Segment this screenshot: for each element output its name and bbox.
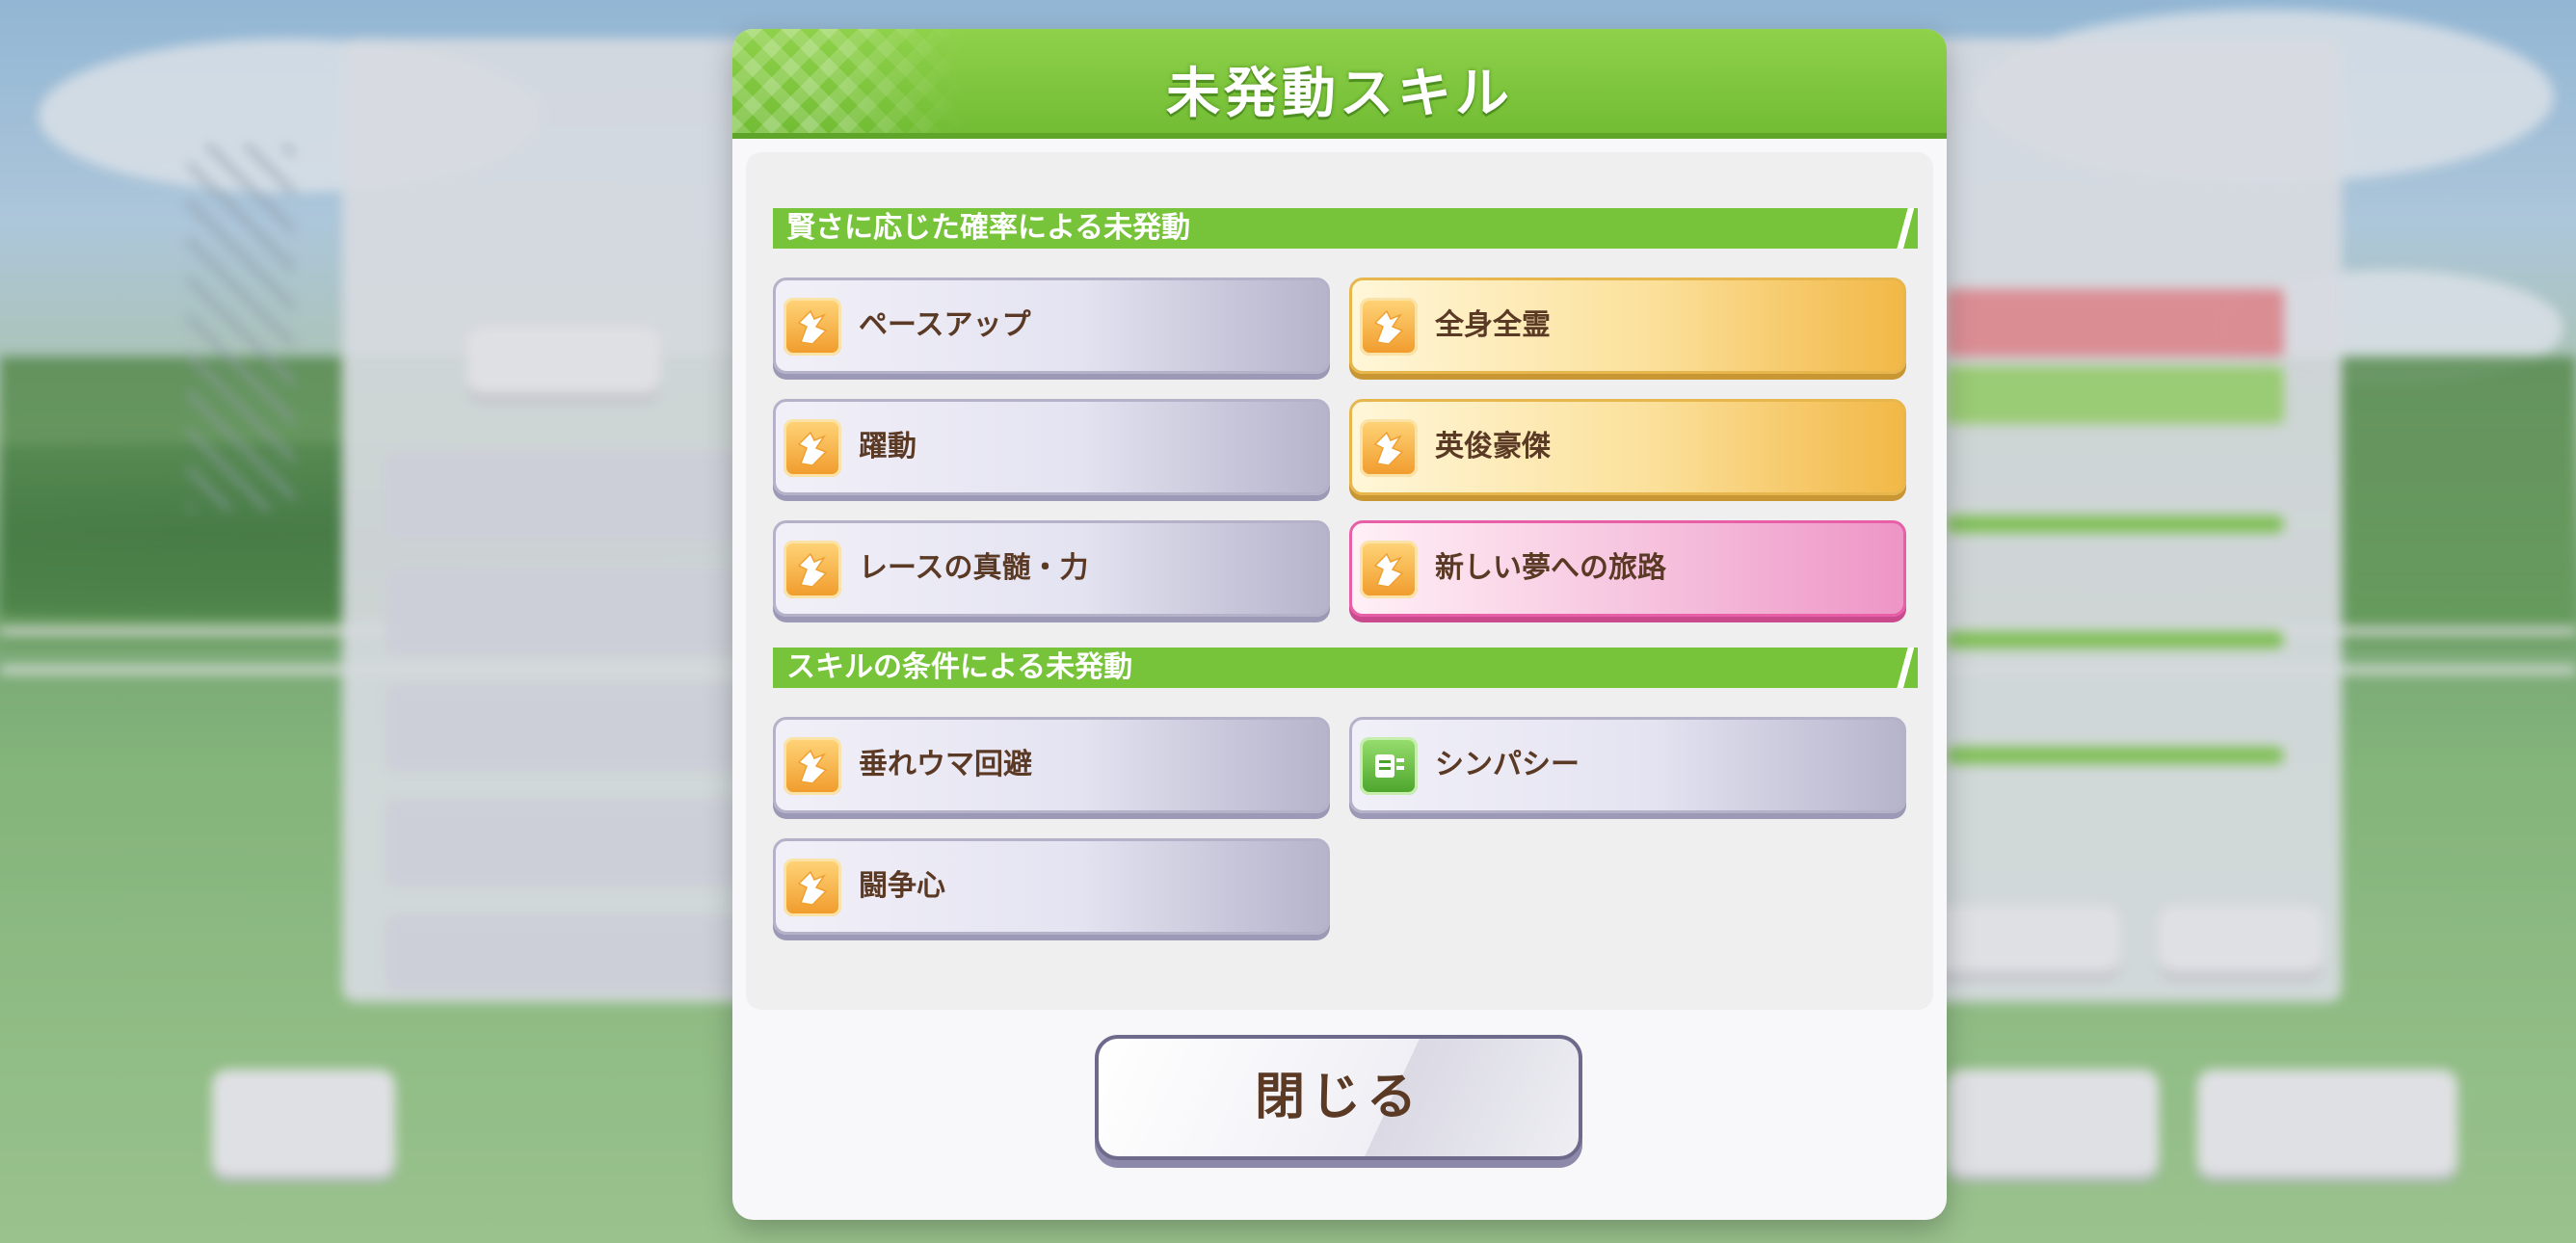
skill-label: 垂れウマ回避	[859, 748, 1032, 781]
skill-item[interactable]: レースの真髄・力	[773, 520, 1330, 617]
skill-item[interactable]: 垂れウマ回避	[773, 717, 1330, 813]
unactivated-skills-dialog: 未発動スキル 賢さに応じた確率による未発動 ペースアップ 全身全霊 躍動 英俊豪…	[732, 29, 1947, 1220]
skill-item[interactable]: 新しい夢への旅路	[1349, 520, 1906, 617]
skill-label: 闘争心	[859, 869, 945, 903]
skill-label: シンパシー	[1435, 748, 1580, 781]
speed-skill-icon	[783, 737, 841, 795]
speed-skill-icon	[1360, 419, 1418, 477]
close-button[interactable]: 閉じる	[1095, 1035, 1582, 1160]
skill-item[interactable]: 全身全霊	[1349, 278, 1906, 374]
speed-skill-icon	[1360, 541, 1418, 598]
dialog-header: 未発動スキル	[732, 29, 1947, 139]
speed-skill-icon	[783, 541, 841, 598]
dialog-title: 未発動スキル	[1166, 63, 1513, 125]
skill-item[interactable]: ペースアップ	[773, 278, 1330, 374]
skill-item[interactable]: 躍動	[773, 399, 1330, 495]
skill-item[interactable]: 英俊豪傑	[1349, 399, 1906, 495]
speed-skill-icon	[783, 419, 841, 477]
skill-label: 全身全霊	[1435, 308, 1551, 342]
skill-item[interactable]: 闘争心	[773, 838, 1330, 935]
section-header: スキルの条件による未発動	[773, 648, 1918, 688]
close-button-label: 閉じる	[1254, 1069, 1422, 1126]
skill-label: 新しい夢への旅路	[1435, 551, 1666, 585]
skill-label: レースの真髄・力	[859, 551, 1089, 585]
skill-item[interactable]: シンパシー	[1349, 717, 1906, 813]
skill-list-panel: 賢さに応じた確率による未発動 ペースアップ 全身全霊 躍動 英俊豪傑 レースの真…	[746, 152, 1933, 1010]
green-stat-skill-icon	[1360, 737, 1418, 795]
speed-skill-icon	[783, 859, 841, 916]
skill-label: 躍動	[859, 430, 916, 463]
speed-skill-icon	[783, 298, 841, 356]
skill-label: ペースアップ	[859, 308, 1031, 342]
speed-skill-icon	[1360, 298, 1418, 356]
skill-label: 英俊豪傑	[1435, 430, 1551, 463]
section-header: 賢さに応じた確率による未発動	[773, 208, 1918, 249]
